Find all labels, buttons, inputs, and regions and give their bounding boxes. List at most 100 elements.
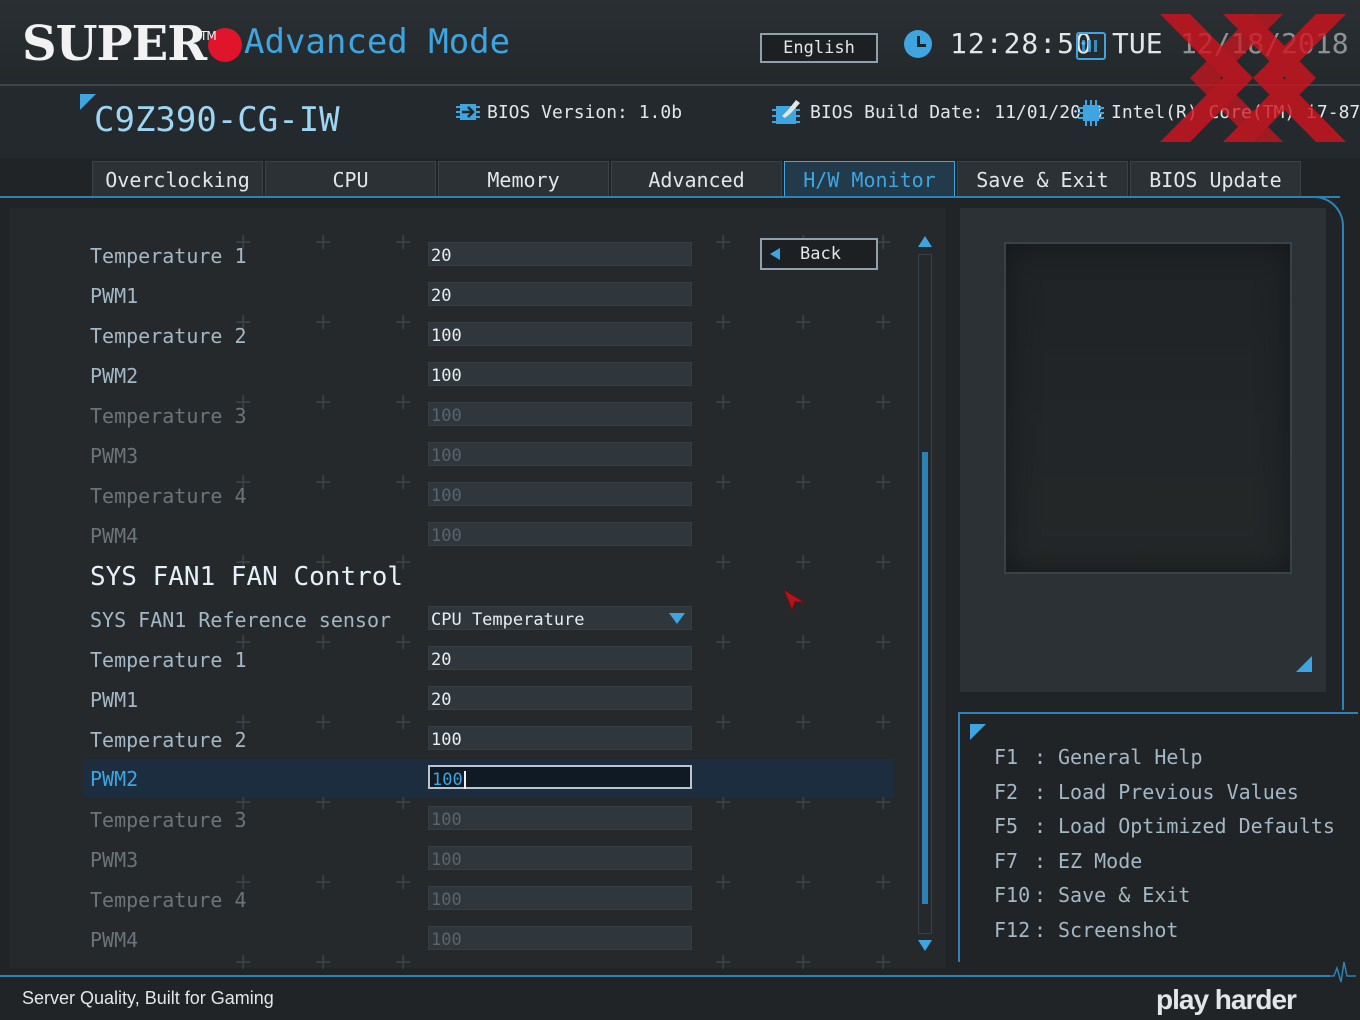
help-item: F1: General Help <box>994 745 1203 769</box>
help-corner-marker <box>970 724 986 740</box>
setting-label: PWM4 <box>90 928 139 952</box>
help-key: F12 <box>994 918 1031 942</box>
setting-label: Temperature 2 <box>90 728 247 752</box>
dropdown-value: CPU Temperature <box>431 610 585 630</box>
setting-row: PWM4 100 <box>84 516 894 554</box>
setting-value-field: 100 <box>428 522 692 546</box>
setting-row: Temperature 3 100 <box>84 396 894 434</box>
setting-value-field[interactable]: 20 <box>428 686 692 710</box>
setting-label: PWM3 <box>90 848 139 872</box>
bios-version: BIOS Version: 1.0b <box>487 102 683 123</box>
setting-label: PWM1 <box>90 688 139 712</box>
scrollbar-thumb[interactable] <box>922 452 928 904</box>
footer-brand-slogan: play harder <box>1156 984 1297 1015</box>
setting-label: Temperature 1 <box>90 648 247 672</box>
background-cross-decoration: + <box>794 550 813 575</box>
help-separator: : <box>1034 883 1047 907</box>
setting-label: PWM2 <box>90 364 139 388</box>
tab-advanced[interactable]: Advanced <box>611 161 782 196</box>
setting-row: Temperature 4 100 <box>84 880 894 918</box>
reference-sensor-dropdown[interactable]: CPU Temperature <box>428 606 692 630</box>
top-bar: SUPER TM Advanced Mode English 12:28:50 … <box>0 0 1360 86</box>
board-model: C9Z390-CG-IW <box>94 100 340 140</box>
setting-value-field[interactable]: 20 <box>428 646 692 670</box>
setting-row[interactable]: Temperature 1 20 <box>84 640 894 678</box>
help-text: Screenshot <box>1058 918 1179 942</box>
setting-row-selected[interactable]: PWM2 100 <box>84 759 894 797</box>
setting-value-field: 100 <box>428 806 692 830</box>
setting-value-field[interactable]: 20 <box>428 282 692 306</box>
panel-corner-marker <box>1296 656 1312 672</box>
system-day: TUE <box>1112 27 1163 60</box>
help-text: Load Previous Values <box>1058 780 1299 804</box>
supermicro-logo: SUPER TM <box>22 14 243 74</box>
setting-value-field[interactable]: 100 <box>428 322 692 346</box>
setting-row: PWM3 100 <box>84 436 894 474</box>
cpu-icon <box>1078 100 1104 126</box>
setting-label: Temperature 2 <box>90 324 247 348</box>
setting-value-field: 100 <box>428 886 692 910</box>
back-button[interactable]: Back <box>760 238 878 270</box>
footer-divider <box>0 975 1330 977</box>
scroll-down-arrow-icon[interactable] <box>918 940 932 951</box>
bios-build-icon <box>772 100 800 124</box>
setting-label: Temperature 3 <box>90 404 247 428</box>
help-separator: : <box>1034 780 1047 804</box>
setting-value-input-active[interactable]: 100 <box>428 765 692 790</box>
main-tabs: Overclocking CPU Memory Advanced H/W Mon… <box>92 161 1303 197</box>
calendar-icon <box>1076 32 1106 60</box>
logo-trademark: TM <box>200 29 217 43</box>
back-arrow-icon <box>770 248 780 260</box>
setting-row[interactable]: Temperature 2 100 <box>84 316 894 354</box>
input-text: 100 <box>432 770 463 790</box>
help-text: EZ Mode <box>1058 849 1143 873</box>
help-separator: : <box>1034 849 1047 873</box>
setting-row[interactable]: PWM1 20 <box>84 276 894 314</box>
help-separator: : <box>1034 745 1047 769</box>
scroll-up-arrow-icon[interactable] <box>918 236 932 247</box>
setting-value-field: 100 <box>428 442 692 466</box>
setting-label: SYS FAN1 Reference sensor <box>90 608 392 632</box>
help-key: F1 <box>994 745 1019 769</box>
setting-label: PWM3 <box>90 444 139 468</box>
help-key: F10 <box>994 883 1031 907</box>
watermark-logo <box>1160 14 1346 142</box>
tab-bios-update[interactable]: BIOS Update <box>1130 161 1301 196</box>
setting-row: PWM3 100 <box>84 840 894 878</box>
tab-hw-monitor[interactable]: H/W Monitor <box>784 161 955 196</box>
mouse-pointer-icon <box>782 588 806 612</box>
footer-slogan: Server Quality, Built for Gaming <box>22 988 274 1008</box>
setting-row: Temperature 4 100 <box>84 476 894 514</box>
tab-overclocking[interactable]: Overclocking <box>92 161 263 196</box>
bios-chip-icon <box>456 104 480 120</box>
setting-value-field[interactable]: 100 <box>428 726 692 750</box>
system-time[interactable]: 12:28:50 <box>950 27 1093 60</box>
setting-value-field: 100 <box>428 482 692 506</box>
chevron-down-icon[interactable] <box>669 613 685 624</box>
pulse-line-icon <box>1326 961 1356 983</box>
clock-icon <box>904 30 932 58</box>
help-item: F2: Load Previous Values <box>994 780 1299 804</box>
help-item: F12: Screenshot <box>994 918 1178 942</box>
setting-row[interactable]: PWM1 20 <box>84 680 894 718</box>
setting-row[interactable]: Temperature 2 100 <box>84 720 894 758</box>
setting-label: Temperature 3 <box>90 808 247 832</box>
background-cross-decoration: + <box>874 550 893 575</box>
tab-save-exit[interactable]: Save & Exit <box>957 161 1128 196</box>
text-caret <box>463 771 466 789</box>
language-select[interactable]: English <box>760 33 878 63</box>
setting-label: Temperature 4 <box>90 484 247 508</box>
help-separator: : <box>1034 814 1047 838</box>
section-heading: SYS FAN1 FAN Control <box>90 562 404 592</box>
reference-sensor-row[interactable]: SYS FAN1 Reference sensor CPU Temperatur… <box>84 600 894 638</box>
setting-value-field: 100 <box>428 926 692 950</box>
setting-value-field[interactable]: 20 <box>428 242 692 266</box>
help-key: F2 <box>994 780 1019 804</box>
tab-cpu[interactable]: CPU <box>265 161 436 196</box>
help-key: F7 <box>994 849 1019 873</box>
setting-row[interactable]: PWM2 100 <box>84 356 894 394</box>
setting-value-field[interactable]: 100 <box>428 362 692 386</box>
mode-title: Advanced Mode <box>244 22 511 62</box>
tab-memory[interactable]: Memory <box>438 161 609 196</box>
preview-image-area <box>1004 242 1292 574</box>
